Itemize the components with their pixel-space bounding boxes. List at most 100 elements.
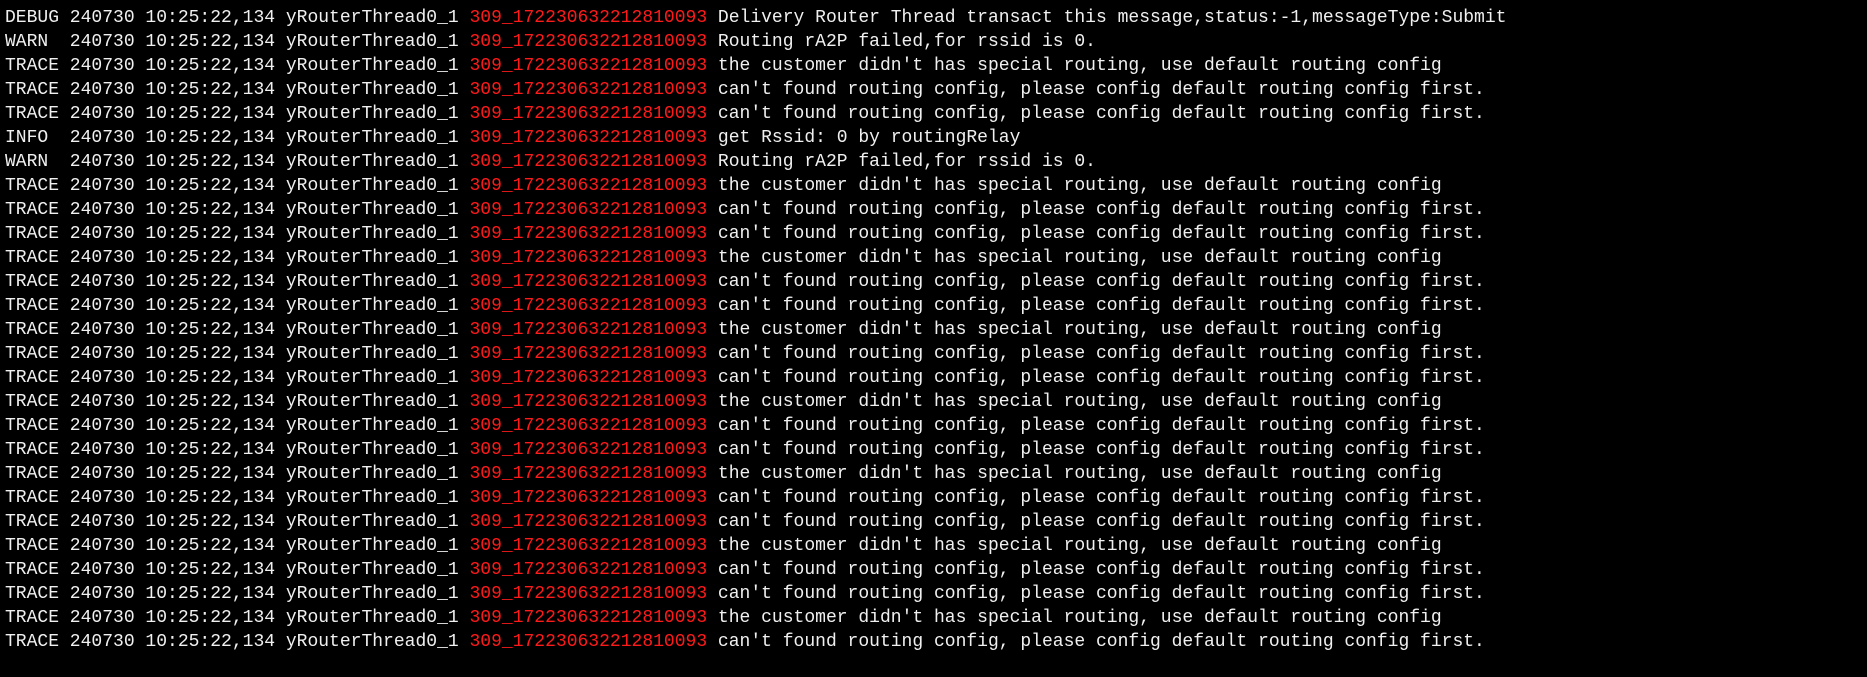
log-message: can't found routing config, please confi… (707, 344, 1485, 364)
log-prefix: WARN 240730 10:25:22,134 yRouterThread0_… (5, 152, 470, 172)
log-message: Routing rA2P failed,for rssid is 0. (707, 152, 1096, 172)
log-message: can't found routing config, please confi… (707, 224, 1485, 244)
log-prefix: TRACE 240730 10:25:22,134 yRouterThread0… (5, 200, 470, 220)
log-line: TRACE 240730 10:25:22,134 yRouterThread0… (5, 246, 1506, 270)
message-id: 309_172230632212810093 (469, 128, 708, 148)
log-prefix: TRACE 240730 10:25:22,134 yRouterThread0… (5, 80, 470, 100)
message-id: 309_172230632212810093 (469, 416, 708, 436)
message-id: 309_172230632212810093 (469, 536, 708, 556)
log-line: TRACE 240730 10:25:22,134 yRouterThread0… (5, 558, 1506, 582)
message-id: 309_172230632212810093 (469, 392, 708, 412)
log-message: can't found routing config, please confi… (707, 272, 1485, 292)
log-line: TRACE 240730 10:25:22,134 yRouterThread0… (5, 366, 1506, 390)
message-id: 309_172230632212810093 (469, 80, 708, 100)
log-line: TRACE 240730 10:25:22,134 yRouterThread0… (5, 630, 1506, 654)
log-message: the customer didn't has special routing,… (707, 608, 1442, 628)
log-prefix: DEBUG 240730 10:25:22,134 yRouterThread0… (5, 8, 470, 28)
log-message: the customer didn't has special routing,… (707, 464, 1442, 484)
message-id: 309_172230632212810093 (469, 8, 708, 28)
log-line: TRACE 240730 10:25:22,134 yRouterThread0… (5, 606, 1506, 630)
message-id: 309_172230632212810093 (469, 560, 708, 580)
log-message: can't found routing config, please confi… (707, 632, 1485, 652)
log-line: TRACE 240730 10:25:22,134 yRouterThread0… (5, 390, 1506, 414)
message-id: 309_172230632212810093 (469, 56, 708, 76)
log-line: DEBUG 240730 10:25:22,134 yRouterThread0… (5, 6, 1506, 30)
message-id: 309_172230632212810093 (469, 296, 708, 316)
log-line: TRACE 240730 10:25:22,134 yRouterThread0… (5, 462, 1506, 486)
message-id: 309_172230632212810093 (469, 152, 708, 172)
log-message: can't found routing config, please confi… (707, 416, 1485, 436)
log-prefix: TRACE 240730 10:25:22,134 yRouterThread0… (5, 512, 470, 532)
log-prefix: TRACE 240730 10:25:22,134 yRouterThread0… (5, 608, 470, 628)
log-message: the customer didn't has special routing,… (707, 248, 1442, 268)
message-id: 309_172230632212810093 (469, 104, 708, 124)
log-line: TRACE 240730 10:25:22,134 yRouterThread0… (5, 78, 1506, 102)
log-line: TRACE 240730 10:25:22,134 yRouterThread0… (5, 270, 1506, 294)
log-message: Routing rA2P failed,for rssid is 0. (707, 32, 1096, 52)
log-prefix: INFO 240730 10:25:22,134 yRouterThread0_… (5, 128, 470, 148)
message-id: 309_172230632212810093 (469, 344, 708, 364)
log-line: TRACE 240730 10:25:22,134 yRouterThread0… (5, 534, 1506, 558)
log-message: the customer didn't has special routing,… (707, 176, 1442, 196)
log-prefix: TRACE 240730 10:25:22,134 yRouterThread0… (5, 392, 470, 412)
log-prefix: TRACE 240730 10:25:22,134 yRouterThread0… (5, 320, 470, 340)
log-line: TRACE 240730 10:25:22,134 yRouterThread0… (5, 582, 1506, 606)
log-message: can't found routing config, please confi… (707, 440, 1485, 460)
message-id: 309_172230632212810093 (469, 440, 708, 460)
log-message: can't found routing config, please confi… (707, 488, 1485, 508)
log-message: the customer didn't has special routing,… (707, 56, 1442, 76)
log-prefix: TRACE 240730 10:25:22,134 yRouterThread0… (5, 584, 470, 604)
message-id: 309_172230632212810093 (469, 368, 708, 388)
message-id: 309_172230632212810093 (469, 224, 708, 244)
log-line: TRACE 240730 10:25:22,134 yRouterThread0… (5, 54, 1506, 78)
log-line: TRACE 240730 10:25:22,134 yRouterThread0… (5, 102, 1506, 126)
message-id: 309_172230632212810093 (469, 248, 708, 268)
log-prefix: TRACE 240730 10:25:22,134 yRouterThread0… (5, 560, 470, 580)
log-prefix: TRACE 240730 10:25:22,134 yRouterThread0… (5, 536, 470, 556)
log-prefix: TRACE 240730 10:25:22,134 yRouterThread0… (5, 440, 470, 460)
log-message: can't found routing config, please confi… (707, 200, 1485, 220)
message-id: 309_172230632212810093 (469, 176, 708, 196)
log-line: TRACE 240730 10:25:22,134 yRouterThread0… (5, 510, 1506, 534)
log-message: the customer didn't has special routing,… (707, 320, 1442, 340)
log-message: can't found routing config, please confi… (707, 584, 1485, 604)
message-id: 309_172230632212810093 (469, 200, 708, 220)
message-id: 309_172230632212810093 (469, 584, 708, 604)
log-prefix: TRACE 240730 10:25:22,134 yRouterThread0… (5, 368, 470, 388)
log-line: TRACE 240730 10:25:22,134 yRouterThread0… (5, 222, 1506, 246)
log-message: can't found routing config, please confi… (707, 104, 1485, 124)
log-message: can't found routing config, please confi… (707, 560, 1485, 580)
log-line: WARN 240730 10:25:22,134 yRouterThread0_… (5, 30, 1506, 54)
log-prefix: TRACE 240730 10:25:22,134 yRouterThread0… (5, 56, 470, 76)
log-prefix: TRACE 240730 10:25:22,134 yRouterThread0… (5, 224, 470, 244)
log-line: TRACE 240730 10:25:22,134 yRouterThread0… (5, 174, 1506, 198)
log-line: TRACE 240730 10:25:22,134 yRouterThread0… (5, 414, 1506, 438)
log-message: can't found routing config, please confi… (707, 296, 1485, 316)
message-id: 309_172230632212810093 (469, 488, 708, 508)
log-line: TRACE 240730 10:25:22,134 yRouterThread0… (5, 294, 1506, 318)
log-line: TRACE 240730 10:25:22,134 yRouterThread0… (5, 198, 1506, 222)
log-line: TRACE 240730 10:25:22,134 yRouterThread0… (5, 486, 1506, 510)
log-line: TRACE 240730 10:25:22,134 yRouterThread0… (5, 318, 1506, 342)
terminal-log-output: DEBUG 240730 10:25:22,134 yRouterThread0… (5, 6, 1506, 654)
log-message: can't found routing config, please confi… (707, 80, 1485, 100)
message-id: 309_172230632212810093 (469, 608, 708, 628)
log-message: the customer didn't has special routing,… (707, 536, 1442, 556)
log-line: TRACE 240730 10:25:22,134 yRouterThread0… (5, 438, 1506, 462)
message-id: 309_172230632212810093 (469, 464, 708, 484)
log-line: INFO 240730 10:25:22,134 yRouterThread0_… (5, 126, 1506, 150)
log-message: get Rssid: 0 by routingRelay (707, 128, 1021, 148)
message-id: 309_172230632212810093 (469, 272, 708, 292)
log-prefix: WARN 240730 10:25:22,134 yRouterThread0_… (5, 32, 470, 52)
message-id: 309_172230632212810093 (469, 32, 708, 52)
log-prefix: TRACE 240730 10:25:22,134 yRouterThread0… (5, 104, 470, 124)
log-message: the customer didn't has special routing,… (707, 392, 1442, 412)
log-line: TRACE 240730 10:25:22,134 yRouterThread0… (5, 342, 1506, 366)
log-prefix: TRACE 240730 10:25:22,134 yRouterThread0… (5, 176, 470, 196)
log-prefix: TRACE 240730 10:25:22,134 yRouterThread0… (5, 344, 470, 364)
message-id: 309_172230632212810093 (469, 632, 708, 652)
log-prefix: TRACE 240730 10:25:22,134 yRouterThread0… (5, 296, 470, 316)
log-message: Delivery Router Thread transact this mes… (707, 8, 1507, 28)
log-message: can't found routing config, please confi… (707, 368, 1485, 388)
log-prefix: TRACE 240730 10:25:22,134 yRouterThread0… (5, 632, 470, 652)
